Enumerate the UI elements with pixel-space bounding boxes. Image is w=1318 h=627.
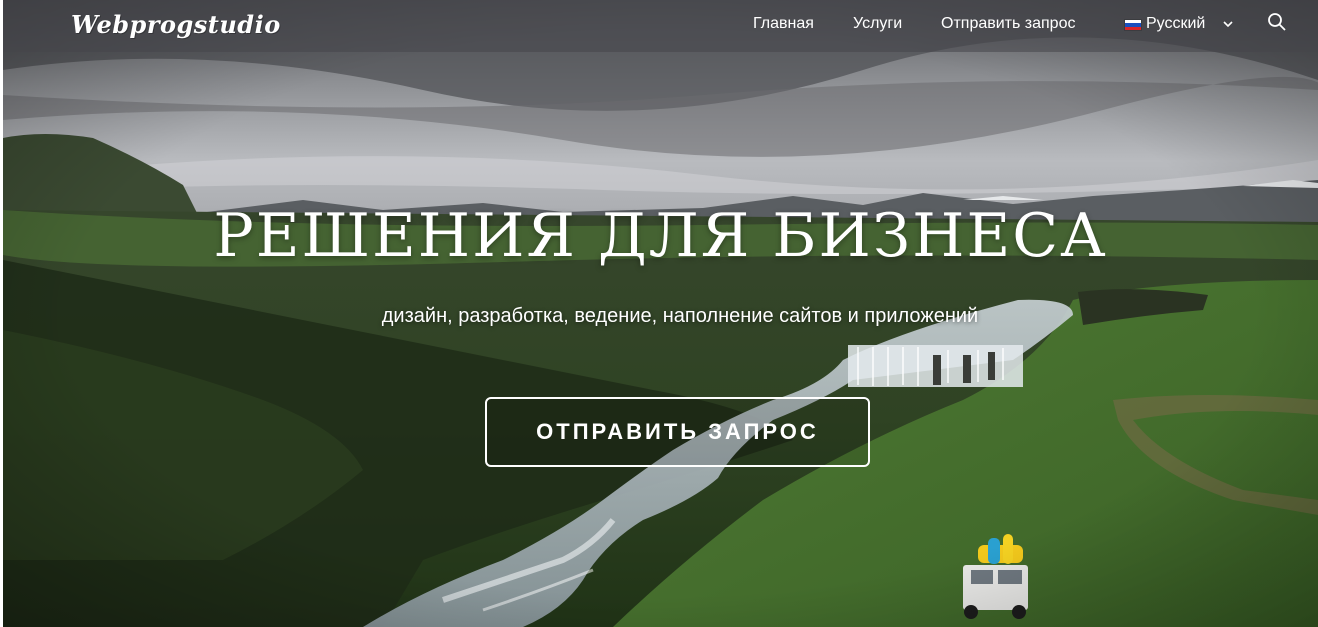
hero-subtitle: дизайн, разработка, ведение, наполнение …	[381, 305, 979, 327]
hero-section: Webprogstudio Главная Услуги Отправить з…	[3, 0, 1318, 627]
search-icon[interactable]	[1267, 12, 1287, 32]
hero-title: РЕШЕНИЯ ДЛЯ БИЗНЕСА	[213, 201, 1108, 271]
send-request-button[interactable]: ОТПРАВИТЬ ЗАПРОС	[485, 397, 870, 467]
nav-item-home[interactable]: Главная	[753, 14, 814, 34]
chevron-down-icon	[1223, 21, 1233, 28]
site-header: Webprogstudio Главная Услуги Отправить з…	[3, 0, 1318, 52]
page-frame: Webprogstudio Главная Услуги Отправить з…	[3, 0, 1318, 627]
nav-item-services[interactable]: Услуги	[853, 14, 902, 34]
nav-item-send-request[interactable]: Отправить запрос	[941, 14, 1075, 34]
russian-flag-icon	[1124, 19, 1142, 31]
site-logo[interactable]: Webprogstudio	[71, 10, 281, 39]
language-label: Русский	[1146, 15, 1206, 32]
